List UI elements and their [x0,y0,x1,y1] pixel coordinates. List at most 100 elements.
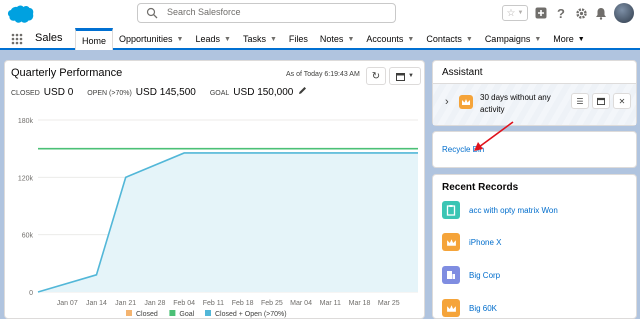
chevron-down-icon[interactable]: ▼ [347,36,354,43]
series-area-closed-open [38,152,418,292]
tab-campaigns[interactable]: Campaigns ▼ [479,28,547,50]
recent-records-card: Recent Records acc with opty matrix Won … [432,174,637,319]
tab-leads[interactable]: Leads ▼ [189,28,236,50]
global-search[interactable]: Search Salesforce [137,3,396,23]
tab-more[interactable]: More ▼ [547,28,590,50]
new-event-button[interactable] [592,93,610,109]
tab-label: Contacts [426,34,462,44]
new-task-button[interactable]: ☰ [571,93,589,109]
salesforce-logo[interactable] [6,4,34,24]
tab-label: Opportunities [119,34,173,44]
x-tick-label: Feb 25 [261,300,283,307]
close-icon: ✕ [618,96,626,106]
recent-record-item[interactable]: Big Corp [442,266,500,284]
x-tick-label: Mar 18 [349,300,371,307]
chevron-down-icon[interactable]: ▼ [466,36,473,43]
tab-home[interactable]: Home [75,28,114,50]
x-tick-label: Mar 25 [378,300,400,307]
goal-value: USD 150,000 [233,87,294,98]
star-icon: ☆ [506,7,516,19]
open-value: USD 145,500 [135,87,196,98]
task-list-icon: ☰ [576,96,584,106]
closed-label: CLOSED [11,90,40,97]
notifications-bell-icon[interactable] [594,6,608,20]
tab-opportunities[interactable]: Opportunities ▼ [113,28,189,50]
tab-label: More [553,34,574,44]
account-icon [442,201,460,219]
refresh-button[interactable]: ↻ [366,67,386,85]
date-range-button[interactable]: ▼ [389,67,421,85]
app-name: Sales [35,32,63,44]
chevron-down-icon[interactable]: ▼ [407,36,414,43]
crown-icon [442,233,460,251]
tab-accounts[interactable]: Accounts ▼ [360,28,420,50]
setup-gear-icon[interactable] [574,6,588,20]
opportunity-crown-icon [459,95,473,109]
edit-goal-pencil-icon[interactable] [298,86,307,95]
favorites-button[interactable]: ☆ ▼ [502,5,528,21]
tab-tasks[interactable]: Tasks ▼ [237,28,283,50]
tab-label: Leads [195,34,221,44]
tab-label: Accounts [366,34,404,44]
tab-label: Notes [319,34,344,44]
assistant-item[interactable]: › 30 days without any activity ☰ ✕ [433,83,636,125]
chevron-right-icon[interactable]: › [445,96,449,108]
global-actions-icon[interactable] [534,6,548,20]
recent-records-title: Recent Records [442,182,519,193]
as-of-timestamp: As of Today 6:19:43 AM [286,71,360,78]
app-launcher-icon[interactable] [11,33,23,45]
x-tick-label: Jan 28 [144,300,165,307]
performance-chart: 0 60k 120k 180k Jan 07 Jan 14 Jan 21 Jan 28 Feb … [18,118,418,318]
calendar-icon [396,72,406,81]
global-header: Search Salesforce ☆ ▼ ? [0,0,640,28]
legend-swatch [205,310,211,316]
chevron-down-icon[interactable]: ▼ [534,36,541,43]
card-title: Quarterly Performance [11,67,123,79]
x-tick-label: Jan 14 [86,300,107,307]
x-tick-label: Feb 11 [203,300,224,307]
dismiss-button[interactable]: ✕ [613,93,631,109]
tab-label: Tasks [242,34,266,44]
help-icon[interactable]: ? [554,6,568,21]
tab-contacts[interactable]: Contacts ▼ [420,28,478,50]
recent-record-link[interactable]: Big Corp [469,271,500,280]
chevron-down-icon[interactable]: ▼ [270,36,277,43]
recent-record-link[interactable]: iPhone X [469,238,501,247]
chevron-down-icon: ▼ [408,73,414,79]
tab-label: Files [288,34,308,44]
chevron-down-icon[interactable]: ▼ [177,36,184,43]
legend-label: Goal [179,311,194,318]
assistant-card: Assistant › 30 days without any activity… [432,60,637,126]
recent-record-link[interactable]: Big 60K [469,304,497,313]
legend-swatch [169,310,176,316]
legend-label: Closed + Open (>70%) [215,311,287,318]
legend-label: Closed [136,311,158,318]
search-placeholder: Search Salesforce [167,7,241,17]
x-tick-label: Feb 18 [232,300,254,307]
y-tick-label: 60k [22,233,34,240]
chevron-down-icon[interactable]: ▼ [224,36,231,43]
tab-files[interactable]: Files [283,28,314,50]
annotation-arrow [474,121,514,151]
recent-record-item[interactable]: iPhone X [442,233,501,251]
tab-notes[interactable]: Notes ▼ [314,28,360,50]
crown-icon [442,299,460,317]
open-label: OPEN (>70%) [87,90,132,97]
navigation-bar: Sales Home Opportunities ▼ Leads ▼ Tasks ▼ File… [0,28,640,50]
tab-label: Campaigns [484,34,531,44]
nav-tabs: Home Opportunities ▼ Leads ▼ Tasks ▼ Files Notes… [75,28,591,50]
tab-label: Home [82,35,107,46]
refresh-icon: ↻ [371,70,381,82]
building-icon [442,266,460,284]
user-avatar[interactable] [614,3,634,23]
recent-record-link[interactable]: acc with opty matrix Won [469,206,558,215]
x-tick-label: Feb 04 [173,300,195,307]
x-tick-label: Mar 04 [290,300,312,307]
recent-record-item[interactable]: Big 60K [442,299,497,317]
recent-record-item[interactable]: acc with opty matrix Won [442,201,558,219]
calendar-icon [597,97,605,105]
x-tick-label: Jan 07 [57,300,78,307]
performance-stats: CLOSED USD 0 OPEN (>70%) USD 145,500 GOA… [11,86,307,98]
goal-label: GOAL [209,90,230,97]
chevron-down-icon[interactable]: ▼ [578,36,585,43]
